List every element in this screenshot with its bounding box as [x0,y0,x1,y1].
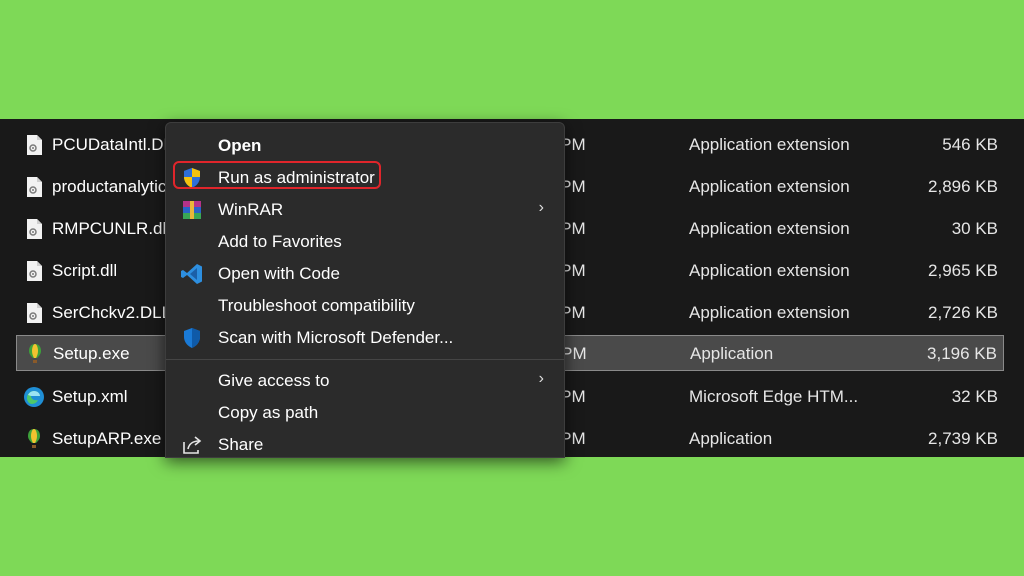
menu-item-label: Scan with Microsoft Defender... [218,328,454,347]
file-size: 30 KB [951,219,998,238]
file-name: SetupARP.exe [52,429,162,448]
file-size: 2,739 KB [928,429,998,448]
menu-item-label: Open with Code [218,264,340,283]
dll-file-icon [27,261,42,281]
edge-icon [24,387,44,407]
menu-item-label: Troubleshoot compatibility [218,296,415,315]
file-size: 2,896 KB [928,177,998,196]
file-name: SerChckv2.DLL [52,303,172,322]
menu-item-scan-with-defender[interactable]: Scan with Microsoft Defender... [172,322,558,354]
vscode-icon [181,264,202,284]
menu-item-troubleshoot-compatibility[interactable]: Troubleshoot compatibility [172,290,558,322]
menu-item-copy-as-path[interactable]: Copy as path [172,397,558,429]
file-size: 3,196 KB [927,344,997,363]
menu-item-label: Give access to [218,371,330,390]
file-type: Application extension [689,303,850,322]
menu-item-label: Open [218,136,262,155]
chevron-right-icon: › [538,199,544,216]
file-size: 2,965 KB [928,261,998,280]
file-type: Application extension [689,219,850,238]
file-name: RMPCUNLR.dll [52,219,171,238]
file-size: 32 KB [951,387,998,406]
file-name: Script.dll [52,261,118,280]
share-icon [183,436,202,454]
menu-item-open[interactable]: Open [172,130,558,162]
menu-item-label: Add to Favorites [218,232,342,251]
corel-balloon-icon [29,344,41,363]
defender-shield-icon [184,328,200,348]
file-name: Setup.xml [52,387,128,406]
dll-file-icon [27,177,42,197]
dll-file-icon [27,219,42,239]
menu-item-add-to-favorites[interactable]: Add to Favorites [172,226,558,258]
file-type: Microsoft Edge HTM... [689,387,859,406]
menu-separator [166,359,564,360]
menu-item-label: Share [218,435,264,454]
file-type: Application extension [689,177,850,196]
dll-file-icon [27,135,42,155]
menu-item-label: WinRAR [218,200,284,219]
menu-item-give-access-to[interactable]: Give access to › [172,365,558,397]
corel-balloon-icon [28,429,40,448]
menu-item-winrar[interactable]: WinRAR › [172,194,558,226]
file-size: 2,726 KB [928,303,998,322]
file-type: Application [690,344,774,363]
dll-file-icon [27,303,42,323]
file-type: Application extension [689,135,850,154]
file-type: Application [689,429,773,448]
file-name: PCUDataIntl.DLL [52,135,183,154]
menu-item-share[interactable]: Share [172,429,558,461]
file-size: 546 KB [942,135,998,154]
winrar-icon [183,201,201,219]
context-menu: Open Run as administrator WinRAR › Add t… [165,122,565,458]
menu-item-open-with-code[interactable]: Open with Code [172,258,558,290]
file-type: Application extension [689,261,850,280]
run-as-administrator-highlight [173,161,381,189]
file-name: Setup.exe [53,344,130,363]
chevron-right-icon: › [538,370,544,387]
menu-item-label: Copy as path [218,403,319,422]
